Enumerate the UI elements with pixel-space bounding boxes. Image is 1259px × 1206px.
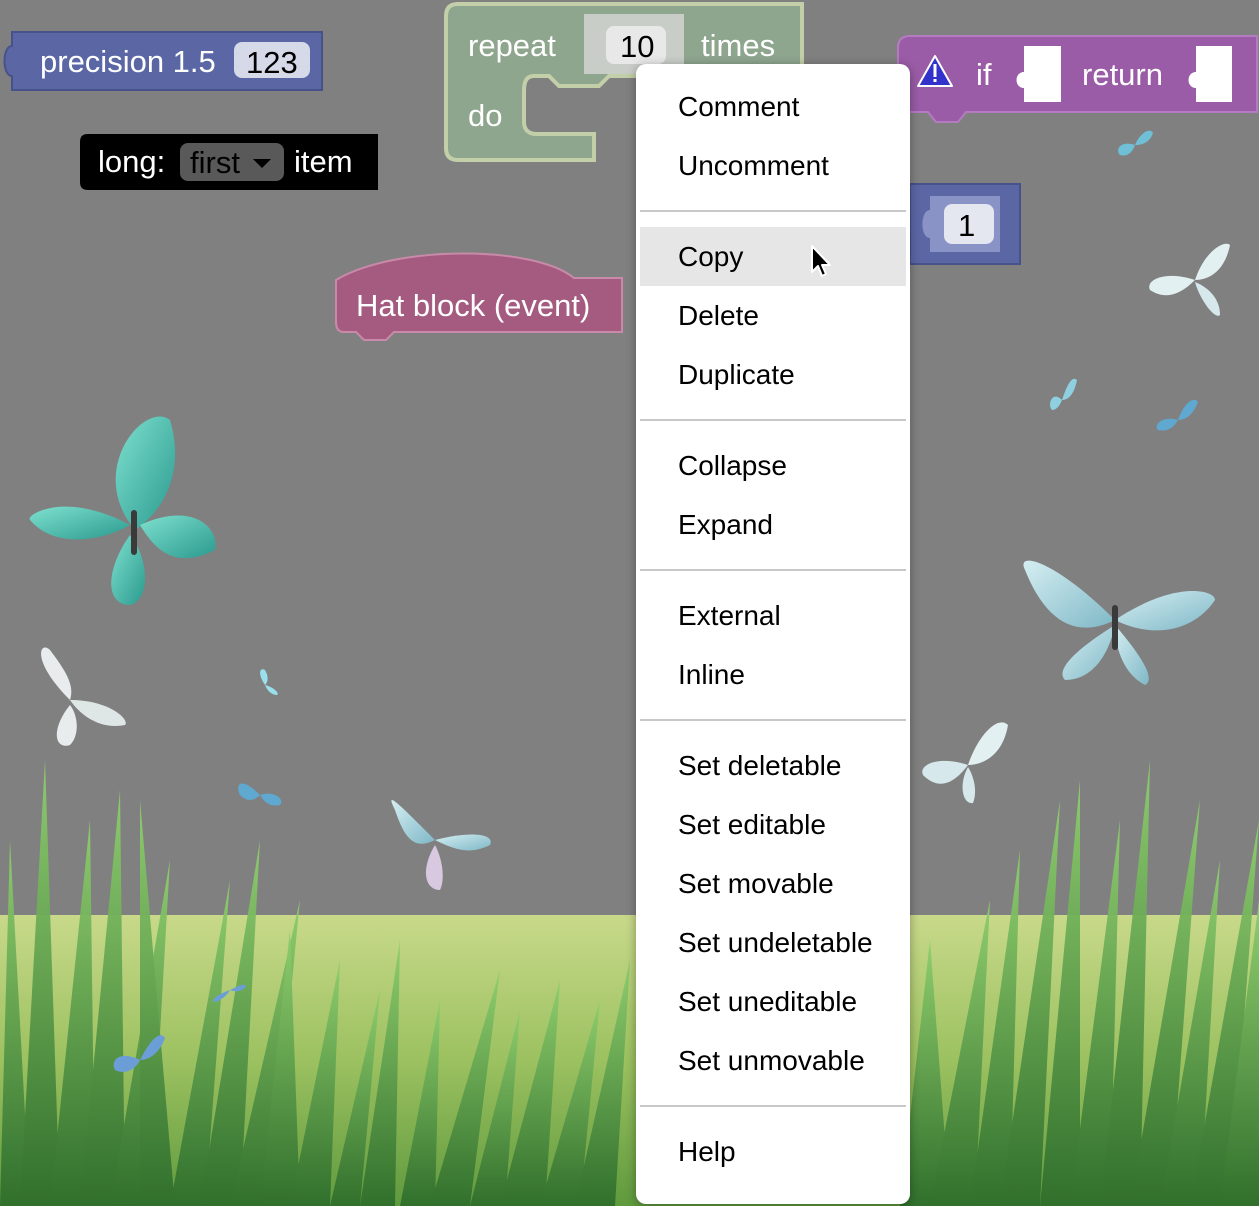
butterfly-bottom-right — [922, 722, 1008, 804]
menu-item-copy[interactable]: Copy — [640, 227, 906, 286]
menu-item-set-movable[interactable]: Set movable — [640, 854, 906, 913]
menu-item-delete[interactable]: Delete — [640, 286, 906, 345]
hat-label: Hat block (event) — [356, 288, 590, 323]
butterfly-small-2 — [1050, 378, 1077, 410]
menu-item-uncomment[interactable]: Uncomment — [640, 136, 906, 195]
repeat-label: repeat — [468, 28, 556, 63]
menu-separator — [640, 719, 906, 721]
butterfly-top-right-large — [1149, 243, 1230, 316]
list-index-label-long: long: — [98, 144, 165, 179]
menu-separator — [640, 419, 906, 421]
butterfly-small-4 — [260, 669, 278, 695]
menu-item-set-deletable[interactable]: Set deletable — [640, 736, 906, 795]
menu-item-inline[interactable]: Inline — [640, 645, 906, 704]
if-label: if — [976, 57, 992, 92]
blockly-workspace[interactable]: precision 1.5 123 long: first item repea… — [0, 0, 1259, 1206]
butterfly-small-1 — [1118, 130, 1153, 156]
list-index-block[interactable]: long: first item — [78, 132, 382, 192]
precision-block[interactable]: precision 1.5 123 — [0, 30, 330, 92]
menu-separator — [640, 210, 906, 212]
menu-item-duplicate[interactable]: Duplicate — [640, 345, 906, 404]
menu-item-help[interactable]: Help — [640, 1122, 906, 1181]
number-block[interactable]: 1 — [908, 182, 1024, 266]
repeat-count[interactable]: 10 — [620, 29, 654, 64]
butterfly-small-3 — [1156, 399, 1198, 431]
menu-item-expand[interactable]: Expand — [640, 495, 906, 554]
precision-value[interactable]: 123 — [246, 45, 298, 80]
times-label: times — [701, 28, 775, 63]
if-return-block[interactable]: if return — [896, 32, 1259, 124]
butterfly-white-left — [41, 647, 126, 746]
menu-item-comment[interactable]: Comment — [640, 77, 906, 136]
context-menu: Comment Uncomment Copy Delete Duplicate … — [636, 64, 910, 1204]
menu-separator — [640, 1105, 906, 1107]
butterfly-right-blue — [1023, 560, 1215, 685]
menu-item-set-unmovable[interactable]: Set unmovable — [640, 1031, 906, 1090]
menu-item-external[interactable]: External — [640, 586, 906, 645]
return-label: return — [1082, 57, 1163, 92]
menu-item-set-uneditable[interactable]: Set uneditable — [640, 972, 906, 1031]
menu-separator — [640, 569, 906, 571]
precision-label: precision 1.5 — [40, 44, 216, 79]
list-index-dropdown-value[interactable]: first — [190, 145, 240, 180]
do-label: do — [468, 98, 502, 133]
menu-item-set-editable[interactable]: Set editable — [640, 795, 906, 854]
butterfly-large-teal — [29, 416, 216, 605]
list-index-label-item: item — [294, 144, 353, 179]
menu-item-set-undeletable[interactable]: Set undeletable — [640, 913, 906, 972]
butterfly-small-5 — [238, 783, 282, 806]
menu-item-collapse[interactable]: Collapse — [640, 436, 906, 495]
butterfly-mid-blue — [391, 800, 491, 890]
hat-block[interactable]: Hat block (event) — [334, 250, 626, 342]
mouse-pointer-icon — [811, 245, 831, 277]
number-value[interactable]: 1 — [958, 208, 975, 243]
